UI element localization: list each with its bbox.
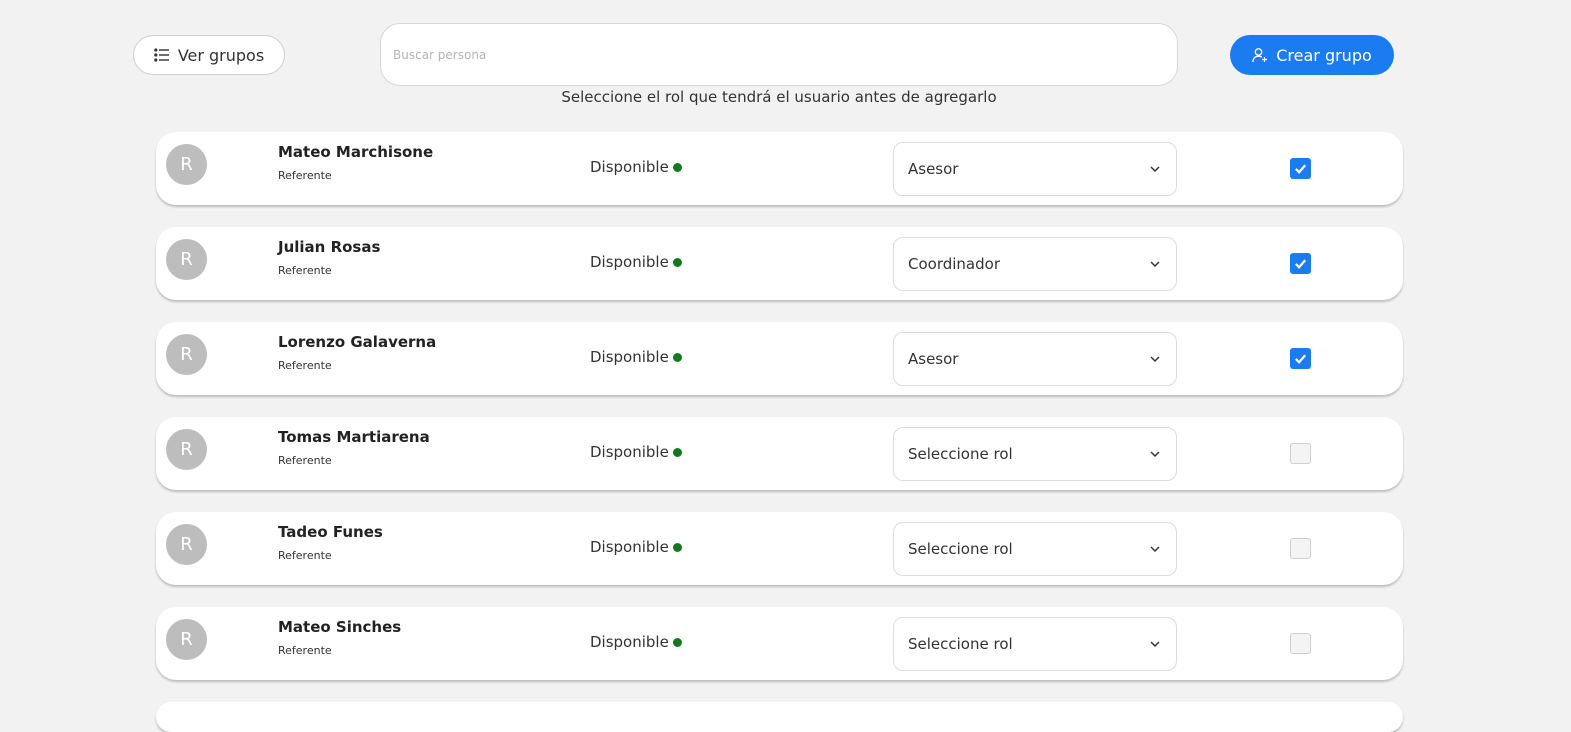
user-subtitle: Referente: [278, 264, 332, 277]
view-groups-button[interactable]: Ver grupos: [133, 35, 285, 75]
user-name: Lorenzo Galaverna: [278, 333, 437, 351]
view-groups-label: Ver grupos: [177, 45, 265, 65]
role-select[interactable]: Asesor: [893, 142, 1177, 196]
avatar: R: [166, 619, 207, 660]
chevron-down-icon: [1150, 166, 1160, 173]
user-row: [156, 702, 1403, 732]
status-dot-icon: [672, 352, 682, 362]
user-name: Tadeo Funes: [278, 523, 383, 541]
status-label: Disponible: [590, 348, 669, 366]
role-select-value: Seleccione rol: [908, 445, 1013, 463]
status-dot-icon: [672, 542, 682, 552]
select-user-checkbox[interactable]: [1290, 633, 1311, 654]
select-user-checkbox[interactable]: [1290, 538, 1311, 559]
checkmark-icon: [1295, 259, 1307, 269]
create-group-button[interactable]: Crear grupo: [1230, 35, 1394, 75]
status-dot-icon: [672, 447, 682, 457]
user-row: R Julian Rosas Referente Disponible Coordina…: [156, 227, 1403, 300]
status-indicator: Disponible: [590, 538, 682, 556]
search-input[interactable]: [380, 23, 1178, 86]
user-list: R Mateo Marchisone Referente Disponible Ases…: [156, 132, 1403, 732]
chevron-down-icon: [1150, 451, 1160, 458]
status-label: Disponible: [590, 443, 669, 461]
role-select[interactable]: Seleccione rol: [893, 427, 1177, 481]
chevron-down-icon: [1150, 356, 1160, 363]
role-select-value: Asesor: [908, 160, 959, 178]
role-select-value: Coordinador: [908, 255, 1000, 273]
status-indicator: Disponible: [590, 348, 682, 366]
role-hint: Seleccione el rol que tendrá el usuario …: [561, 88, 997, 106]
role-select[interactable]: Coordinador: [893, 237, 1177, 291]
avatar: R: [166, 334, 207, 375]
user-subtitle: Referente: [278, 644, 332, 657]
select-user-checkbox[interactable]: [1290, 443, 1311, 464]
role-select-value: Asesor: [908, 350, 959, 368]
avatar: R: [166, 239, 207, 280]
role-select[interactable]: Seleccione rol: [893, 617, 1177, 671]
role-select[interactable]: Seleccione rol: [893, 522, 1177, 576]
user-name: Mateo Marchisone: [278, 143, 434, 161]
checkmark-icon: [1295, 354, 1307, 364]
chevron-down-icon: [1150, 546, 1160, 553]
user-row: R Mateo Sinches Referente Disponible Selecci…: [156, 607, 1403, 680]
select-user-checkbox[interactable]: [1290, 348, 1311, 369]
status-dot-icon: [672, 257, 682, 267]
user-row: R Lorenzo Galaverna Referente Disponible Ase…: [156, 322, 1403, 395]
user-subtitle: Referente: [278, 454, 332, 467]
create-group-label: Crear grupo: [1276, 45, 1372, 65]
status-label: Disponible: [590, 538, 669, 556]
user-row: R Tadeo Funes Referente Disponible Seleccion…: [156, 512, 1403, 585]
user-name: Julian Rosas: [278, 238, 381, 256]
status-indicator: Disponible: [590, 633, 682, 651]
role-select[interactable]: Asesor: [893, 332, 1177, 386]
status-dot-icon: [672, 162, 682, 172]
user-subtitle: Referente: [278, 359, 332, 372]
list-icon: [154, 48, 169, 62]
user-subtitle: Referente: [278, 169, 332, 182]
chevron-down-icon: [1150, 261, 1160, 268]
avatar: R: [166, 524, 207, 565]
status-indicator: Disponible: [590, 158, 682, 176]
user-name: Tomas Martiarena: [278, 428, 430, 446]
top-bar: Ver grupos Crear grupo: [0, 0, 1571, 90]
user-subtitle: Referente: [278, 549, 332, 562]
status-label: Disponible: [590, 253, 669, 271]
user-row: R Tomas Martiarena Referente Disponible Sele…: [156, 417, 1403, 490]
role-select-value: Seleccione rol: [908, 635, 1013, 653]
status-label: Disponible: [590, 158, 669, 176]
avatar: R: [166, 429, 207, 470]
select-user-checkbox[interactable]: [1290, 158, 1311, 179]
status-label: Disponible: [590, 633, 669, 651]
user-name: Mateo Sinches: [278, 618, 402, 636]
role-select-value: Seleccione rol: [908, 540, 1013, 558]
chevron-down-icon: [1150, 641, 1160, 648]
avatar: R: [166, 144, 207, 185]
add-user-icon: [1252, 48, 1268, 63]
status-dot-icon: [672, 637, 682, 647]
select-user-checkbox[interactable]: [1290, 253, 1311, 274]
user-row: R Mateo Marchisone Referente Disponible Ases…: [156, 132, 1403, 205]
status-indicator: Disponible: [590, 443, 682, 461]
status-indicator: Disponible: [590, 253, 682, 271]
checkmark-icon: [1295, 164, 1307, 174]
